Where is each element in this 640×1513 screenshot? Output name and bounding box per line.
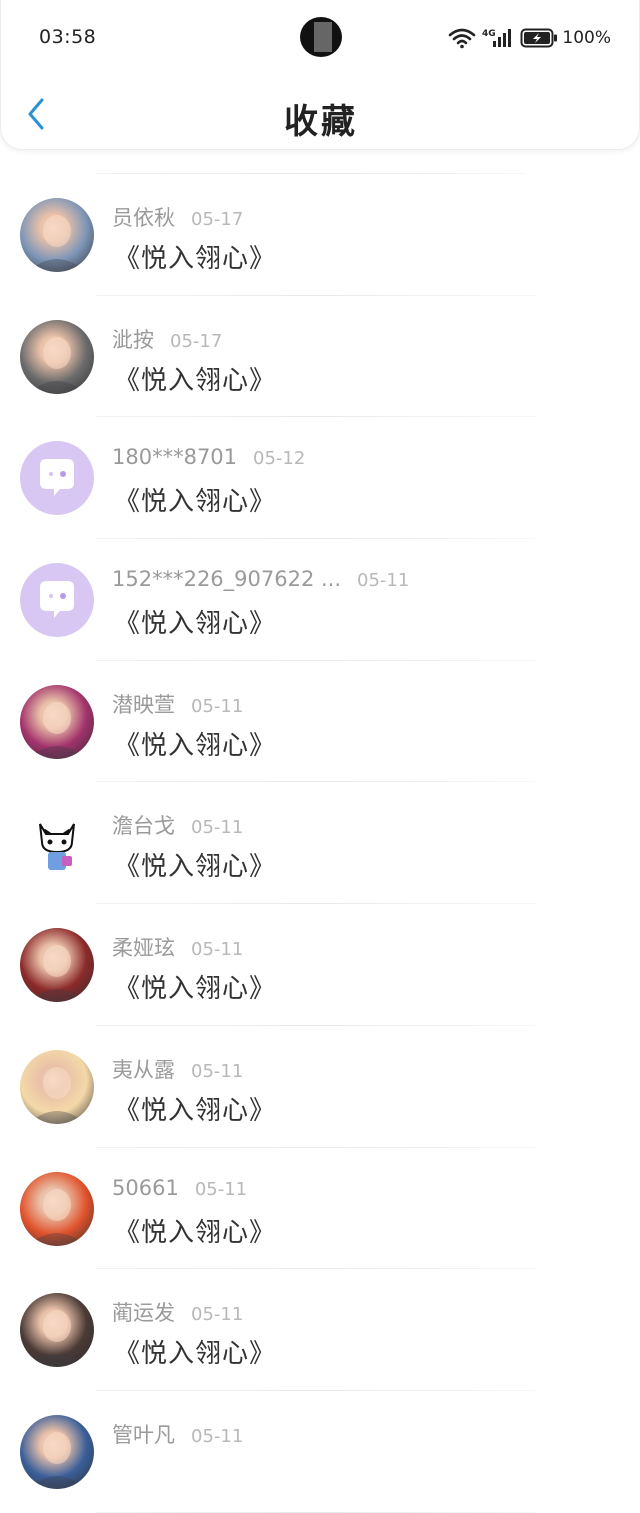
network-type-label: 4G xyxy=(482,29,496,39)
favorite-meta: 员依秋 05-17 xyxy=(112,202,243,232)
status-bar: 03:58 4G 100% xyxy=(1,0,640,76)
status-time: 03:58 xyxy=(39,26,97,48)
favorite-meta: 152***226_907622 ... 05-11 xyxy=(112,567,409,591)
battery-charging-icon xyxy=(520,28,558,48)
favorite-meta: 柔娅玹 05-11 xyxy=(112,932,243,962)
user-name[interactable]: 蔺运发 xyxy=(112,1297,175,1327)
user-avatar[interactable] xyxy=(20,1049,94,1124)
user-name[interactable]: 澹台戈 xyxy=(112,810,175,840)
book-title[interactable]: 《悦入翎心》 xyxy=(114,1333,276,1370)
favorite-date: 05-11 xyxy=(194,1178,248,1200)
page-title: 收藏 xyxy=(284,102,358,142)
user-avatar[interactable] xyxy=(20,806,94,881)
favorite-list-item[interactable]: 员依秋 05-17 《悦入翎心》 xyxy=(0,174,640,296)
user-name[interactable]: 50661 xyxy=(112,1176,179,1200)
favorite-date: 05-11 xyxy=(357,570,410,592)
cellular-signal-icon: 4G xyxy=(482,29,512,47)
list-divider xyxy=(96,1511,536,1513)
favorite-meta: 管叶凡 05-11 xyxy=(112,1419,243,1449)
favorite-list-item[interactable]: 50661 05-11 《悦入翎心》 xyxy=(0,1148,640,1270)
user-name[interactable]: 管叶凡 xyxy=(112,1419,175,1449)
user-avatar[interactable] xyxy=(20,1293,94,1368)
book-title[interactable]: 《悦入翎心》 xyxy=(114,968,276,1005)
favorite-date: 05-11 xyxy=(191,817,244,839)
favorite-list-item[interactable]: 澹台戈 05-11 《悦入翎心》 xyxy=(0,782,640,905)
user-name[interactable]: 180***8701 xyxy=(112,445,237,469)
favorite-list-item[interactable]: 180***8701 05-12 《悦入翎心》 xyxy=(0,417,640,540)
favorite-list-item[interactable]: 泚按 05-17 《悦入翎心》 xyxy=(0,296,640,418)
book-title[interactable]: 《悦入翎心》 xyxy=(114,481,276,518)
book-title[interactable]: 《悦入翎心》 xyxy=(114,1090,276,1127)
default-chat-avatar-icon[interactable] xyxy=(20,441,94,516)
default-chat-avatar-icon[interactable] xyxy=(20,563,94,638)
book-title[interactable]: 《悦入翎心》 xyxy=(114,360,276,397)
favorite-meta: 50661 05-11 xyxy=(112,1176,247,1200)
favorite-date: 05-11 xyxy=(191,1060,244,1082)
nav-bar: 收藏 xyxy=(1,76,640,150)
user-name[interactable]: 柔娅玹 xyxy=(112,932,175,962)
favorite-date: 05-11 xyxy=(191,939,244,961)
favorite-date: 05-11 xyxy=(191,695,244,717)
app-header: 03:58 4G 100% 收藏 xyxy=(0,0,640,150)
favorites-list: 员依秋 05-17 《悦入翎心》 泚按 05-17 《悦入翎心》 180***8701 05-… xyxy=(0,174,640,1513)
user-avatar[interactable] xyxy=(20,319,94,394)
favorite-date: 05-17 xyxy=(191,209,244,230)
user-name[interactable]: 夷从露 xyxy=(112,1054,175,1084)
favorite-list-item[interactable]: 管叶凡 05-11 xyxy=(0,1391,640,1513)
battery-percent: 100% xyxy=(562,28,611,48)
camera-cutout xyxy=(300,17,342,57)
favorite-list-item[interactable]: 152***226_907622 ... 05-11 《悦入翎心》 xyxy=(0,539,640,661)
user-name[interactable]: 员依秋 xyxy=(112,202,175,232)
favorite-meta: 泚按 05-17 xyxy=(112,324,222,354)
user-name[interactable]: 潜映萱 xyxy=(112,689,175,719)
user-avatar[interactable] xyxy=(20,684,94,759)
favorite-meta: 蔺运发 05-11 xyxy=(112,1297,243,1327)
user-avatar[interactable] xyxy=(20,928,94,1003)
favorite-list-item[interactable]: 柔娅玹 05-11 《悦入翎心》 xyxy=(0,904,640,1026)
book-title[interactable]: 《悦入翎心》 xyxy=(114,1212,276,1249)
book-title[interactable]: 《悦入翎心》 xyxy=(114,846,276,883)
status-icons: 4G 100% xyxy=(448,24,611,52)
favorite-date: 05-12 xyxy=(253,448,306,470)
favorite-meta: 澹台戈 05-11 xyxy=(112,810,243,840)
user-avatar[interactable] xyxy=(20,198,94,272)
favorite-date: 05-11 xyxy=(191,1425,244,1447)
favorite-list-item[interactable]: 夷从露 05-11 《悦入翎心》 xyxy=(0,1026,640,1148)
book-title[interactable]: 《悦入翎心》 xyxy=(114,238,276,275)
favorite-date: 05-17 xyxy=(170,330,223,352)
book-title[interactable]: 《悦入翎心》 xyxy=(114,603,276,640)
favorite-date: 05-11 xyxy=(191,1304,244,1326)
favorite-meta: 潜映萱 05-11 xyxy=(112,689,243,719)
book-title[interactable]: 《悦入翎心》 xyxy=(114,725,276,762)
user-name[interactable]: 泚按 xyxy=(112,324,154,354)
favorite-meta: 180***8701 05-12 xyxy=(112,445,305,469)
user-avatar[interactable] xyxy=(20,1171,94,1246)
wifi-icon xyxy=(449,28,476,49)
favorite-meta: 夷从露 05-11 xyxy=(112,1054,243,1084)
user-name[interactable]: 152***226_907622 ... xyxy=(112,567,341,591)
user-avatar[interactable] xyxy=(20,1414,94,1489)
favorite-list-item[interactable]: 蔺运发 05-11 《悦入翎心》 xyxy=(0,1269,640,1391)
favorite-list-item[interactable]: 潜映萱 05-11 《悦入翎心》 xyxy=(0,661,640,783)
